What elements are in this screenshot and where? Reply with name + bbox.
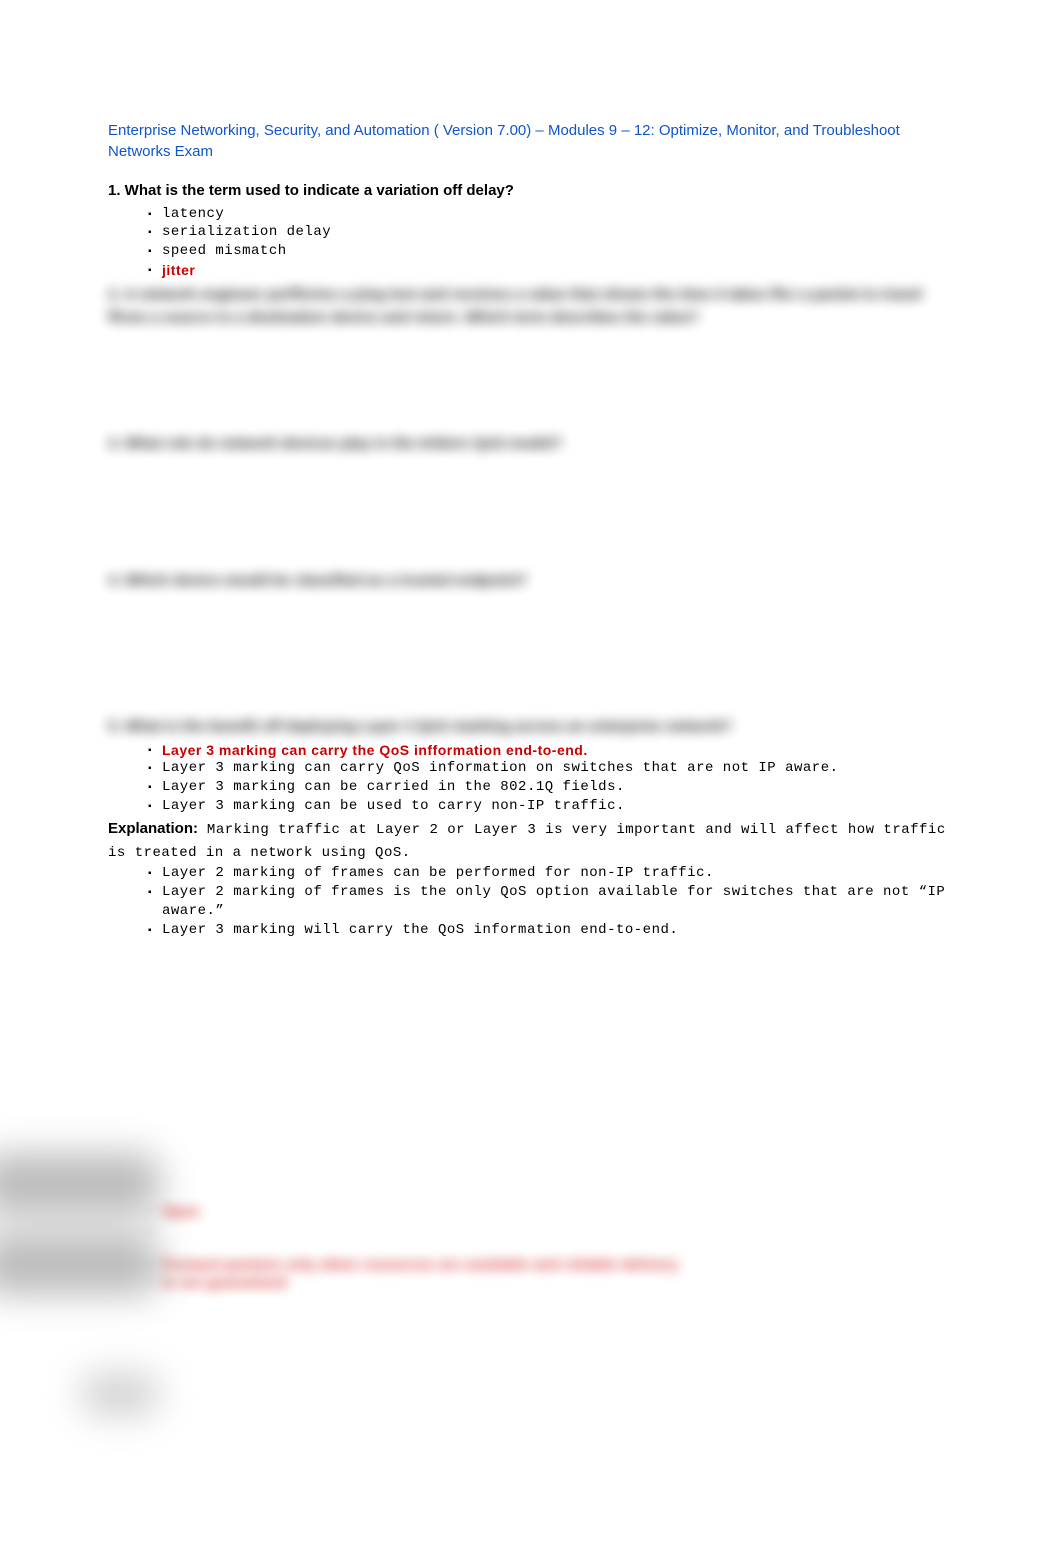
question-1-text: 1. What is the term used to indicate a v… [108,180,962,203]
q5-opt-correct: Layer 3 marking can carry the QoS inffor… [152,741,962,760]
question-4-text: 4. Which device would be classified as a… [108,570,962,593]
q5-sub-1: Layer 2 marking of frames is the only Qo… [152,883,962,921]
blur-corr-2: is not guaranteed [152,1273,962,1292]
blur-opt-open: Open [152,1202,962,1221]
blur-corr-1: Forward packets only when resources are … [152,1255,962,1274]
question-2-text: 2. A network engineer perfforms a ping t… [108,284,962,329]
q5-explanation: Explanation: Marking traffic at Layer 2 … [108,818,962,864]
question-1-options: latency serialization delay speed mismat… [108,205,962,281]
q5-opt-2: Layer 3 marking can be carried in the 80… [152,778,962,797]
q5-opt-1: Layer 3 marking can carry QoS informatio… [152,759,962,778]
q1-opt-jitter: jitter [152,261,962,280]
blurred-options: Open [152,1202,962,1221]
q5-sub-0: Layer 2 marking of frames can be perform… [152,864,962,883]
question-5-text: 5. What is the benefit off deploying Lay… [108,716,962,739]
question-3-text: 3. What role do network devices play in … [108,433,962,456]
q1-opt-serialization: serialization delay [152,223,962,242]
q1-opt-latency: latency [152,205,962,224]
exam-title-link[interactable]: Enterprise Networking, Security, and Aut… [108,120,962,162]
q5-opt-3: Layer 3 marking can be used to carry non… [152,797,962,816]
question-5-options: Layer 3 marking can carry the QoS inffor… [108,741,962,817]
explanation-text: Marking traffic at Layer 2 or Layer 3 is… [108,822,946,861]
q5-sub-2: Layer 3 marking will carry the QoS infor… [152,921,962,940]
q5-sub-options: Layer 2 marking of frames can be perform… [108,864,962,940]
blurred-correct-list: Forward packets only when resources are … [152,1255,962,1293]
explanation-label: Explanation: [108,820,198,837]
q1-opt-speed-mismatch: speed mismatch [152,242,962,261]
